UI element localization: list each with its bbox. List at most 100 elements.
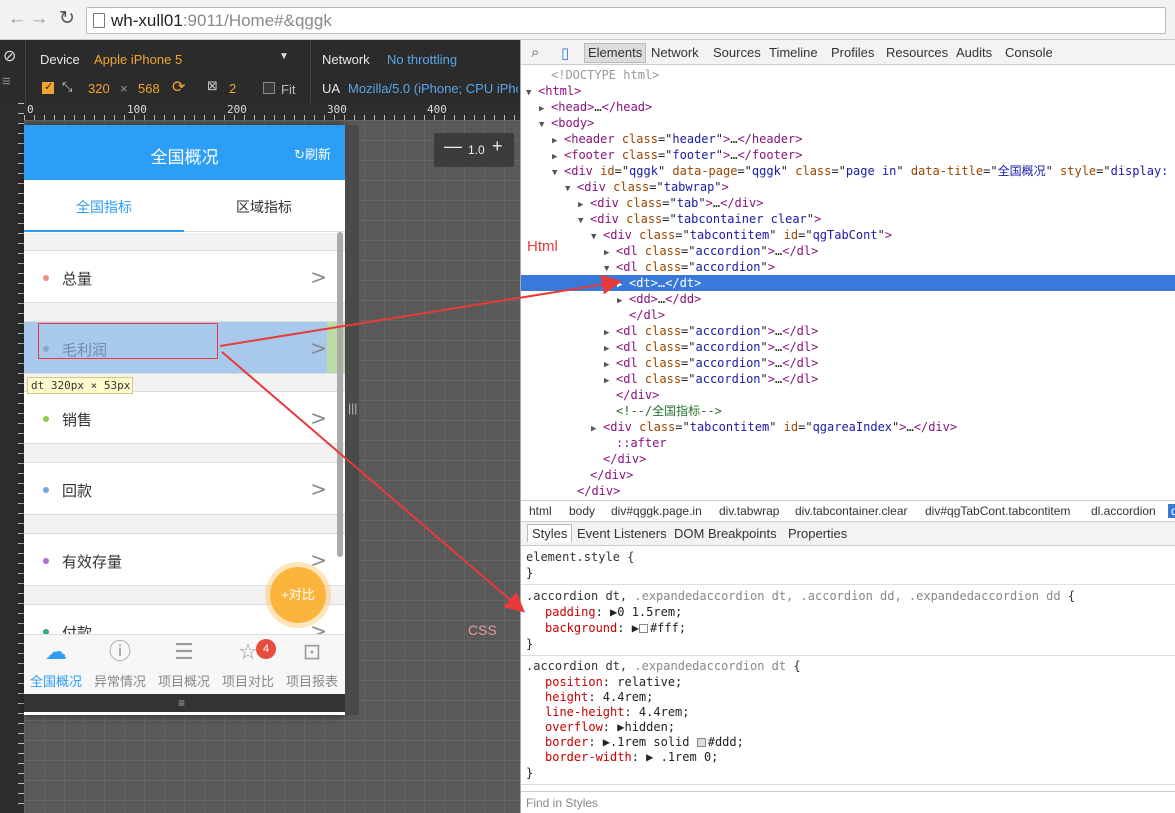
scrollbar[interactable]	[337, 232, 343, 557]
crumb[interactable]: div#qgTabCont.tabcontitem	[925, 504, 1070, 518]
crumb[interactable]: div.tabwrap	[719, 504, 779, 518]
tab-timeline[interactable]: Timeline	[769, 45, 818, 60]
device-select[interactable]: Apple iPhone 5	[94, 52, 182, 67]
tab-national[interactable]: 全国指标	[24, 197, 184, 217]
media-query-icon[interactable]: ≡	[2, 73, 11, 90]
dom-node[interactable]: ▼ <body>	[521, 115, 1175, 131]
crumb[interactable]: html	[529, 504, 552, 518]
style-declaration[interactable]: line-height: 4.4rem;	[545, 705, 690, 720]
nav-national[interactable]: ☁ 全国概况	[24, 635, 88, 695]
dom-node[interactable]: ▼ <div id="qggk" data-page="qggk" class="…	[521, 163, 1175, 179]
crumb[interactable]: dl.accordion	[1091, 504, 1156, 518]
dom-node[interactable]: ▶ <div class="tab">…</div>	[521, 195, 1175, 211]
rotate-icon[interactable]: ⟳	[172, 77, 185, 97]
dom-node[interactable]: ▼ <div class="tabcontitem" id="qgTabCont"…	[521, 227, 1175, 243]
subtab-properties[interactable]: Properties	[788, 526, 847, 541]
style-declaration[interactable]: border: ▶.1rem solid #ddd;	[545, 735, 744, 750]
find-in-styles[interactable]: Find in Styles	[521, 791, 1175, 813]
dom-node[interactable]: ▼ <html>	[521, 83, 1175, 99]
dom-node[interactable]: <!--/全国指标-->	[521, 403, 1175, 419]
forward-arrow-icon[interactable]: →	[28, 8, 50, 30]
zoom-out-button[interactable]: —	[444, 136, 462, 157]
crumb[interactable]: div#qggk.page.in	[611, 504, 702, 518]
resolution-checkbox[interactable]	[42, 80, 54, 94]
dom-node[interactable]: ▶ <dd>…</dd>	[521, 291, 1175, 307]
dom-node[interactable]: </div>	[521, 483, 1175, 499]
refresh-button[interactable]: ↻刷新	[294, 144, 331, 163]
crumb[interactable]: div.tabcontainer.clear	[795, 504, 908, 518]
nav-project-overview[interactable]: ☰ 项目概况	[152, 635, 216, 695]
dom-node[interactable]: ::after	[521, 435, 1175, 451]
tab-sources[interactable]: Sources	[713, 45, 761, 60]
dropdown-arrow-icon[interactable]: ▼	[279, 51, 289, 62]
dom-node-selected[interactable]: ▶ <dt>…</dt>	[521, 275, 1175, 291]
ruler-tick: 200	[227, 103, 247, 116]
ua-field[interactable]: Mozilla/5.0 (iPhone; CPU iPho	[348, 81, 518, 96]
tab-profiles[interactable]: Profiles	[831, 45, 874, 60]
dom-node[interactable]: ▼ <dl class="accordion">	[521, 259, 1175, 275]
style-declaration[interactable]: position: relative;	[545, 675, 682, 690]
dom-node[interactable]: ▶ <dl class="accordion">…</dl>	[521, 243, 1175, 259]
no-emulation-icon[interactable]: ⊘	[3, 46, 16, 66]
dom-node[interactable]: ▶ <head>…</head>	[521, 99, 1175, 115]
tab-resources[interactable]: Resources	[886, 45, 948, 60]
dom-node[interactable]: ▼ <div class="tabwrap">	[521, 179, 1175, 195]
tab-console[interactable]: Console	[1005, 45, 1053, 60]
back-arrow-icon[interactable]: ←	[6, 8, 28, 30]
dom-node[interactable]: </div>	[521, 451, 1175, 467]
inspect-search-icon[interactable]: ⌕	[531, 44, 539, 61]
app-header: 全国概况 ↻刷新	[24, 125, 345, 180]
height-field[interactable]: 568	[138, 81, 160, 96]
network-select[interactable]: No throttling	[387, 52, 457, 67]
accordion-label: 回款	[62, 483, 93, 500]
address-bar[interactable]: wh-xull01:9011/Home#&qggk	[86, 7, 1166, 34]
styles-subtabs: Styles Event Listeners DOM Breakpoints P…	[521, 522, 1175, 546]
dom-node-markup: <div class="tabcontitem" id="qgTabCont">	[603, 228, 893, 242]
resize-handle-bottom[interactable]: ≡	[24, 694, 345, 712]
dom-node[interactable]: ▶ <div class="tabcontitem" id="qgareaInde…	[521, 419, 1175, 435]
subtab-dom-breakpoints[interactable]: DOM Breakpoints	[674, 526, 777, 541]
accordion-item[interactable]: 总量 >	[24, 250, 345, 303]
fit-checkbox[interactable]	[263, 82, 275, 94]
tab-elements[interactable]: Elements	[584, 43, 647, 63]
dom-node[interactable]: </div>	[521, 387, 1175, 403]
dom-node[interactable]: </dl>	[521, 307, 1175, 323]
crumb-current[interactable]: dt	[1168, 504, 1175, 518]
dom-node[interactable]: ▶ <footer class="footer">…</footer>	[521, 147, 1175, 163]
subtab-styles[interactable]: Styles	[527, 524, 573, 542]
dom-node[interactable]: ▶ <dl class="accordion">…</dl>	[521, 371, 1175, 387]
crumb[interactable]: body	[569, 504, 595, 518]
accordion-item[interactable]: 销售 >	[24, 391, 345, 444]
subtab-event-listeners[interactable]: Event Listeners	[577, 526, 667, 541]
dom-node[interactable]: ▶ <dl class="accordion">…</dl>	[521, 339, 1175, 355]
style-declaration[interactable]: padding: ▶0 1.5rem;	[545, 605, 682, 620]
dom-node[interactable]: ▶ <header class="header">…</header>	[521, 131, 1175, 147]
dom-node[interactable]: ▶ <dl class="accordion">…</dl>	[521, 355, 1175, 371]
dom-node[interactable]: ▶ <dl class="accordion">…</dl>	[521, 323, 1175, 339]
nav-project-compare[interactable]: ☆ 4 项目对比	[216, 635, 280, 695]
device-mode-icon[interactable]: ▯	[561, 44, 569, 62]
reload-icon[interactable]: ↻	[56, 8, 78, 30]
resize-handle-right[interactable]: |||	[345, 125, 359, 715]
style-declaration[interactable]: height: 4.4rem;	[545, 690, 653, 705]
style-declaration[interactable]: background: ▶ #fff;	[545, 621, 686, 636]
ruler-tick: 300	[327, 103, 347, 116]
style-declaration[interactable]: border-width: ▶ .1rem 0;	[545, 750, 718, 765]
tab-network[interactable]: Network	[651, 45, 699, 60]
dom-node[interactable]: <!DOCTYPE html>	[521, 67, 1175, 83]
dpr-field[interactable]: 2	[229, 81, 236, 96]
compare-fab-button[interactable]: +对比	[270, 567, 326, 623]
accordion-item[interactable]: 回款 >	[24, 462, 345, 515]
zoom-control[interactable]: — 1.0 +	[434, 133, 514, 167]
tab-audits[interactable]: Audits	[956, 45, 992, 60]
chevron-right-icon: >	[310, 477, 327, 501]
style-declaration[interactable]: overflow: ▶hidden;	[545, 720, 675, 735]
width-field[interactable]: 320	[88, 81, 110, 96]
nav-project-report[interactable]: ⊡ 项目报表	[280, 635, 344, 695]
tab-regional[interactable]: 区域指标	[184, 197, 344, 217]
dom-node[interactable]: </div>	[521, 467, 1175, 483]
nav-anomaly[interactable]: ⓘ 异常情况	[88, 635, 152, 695]
zoom-in-button[interactable]: +	[492, 136, 503, 157]
dom-node[interactable]: ▼ <div class="tabcontainer clear">	[521, 211, 1175, 227]
dom-breadcrumb: html body div#qggk.page.in div.tabwrap d…	[521, 500, 1175, 522]
